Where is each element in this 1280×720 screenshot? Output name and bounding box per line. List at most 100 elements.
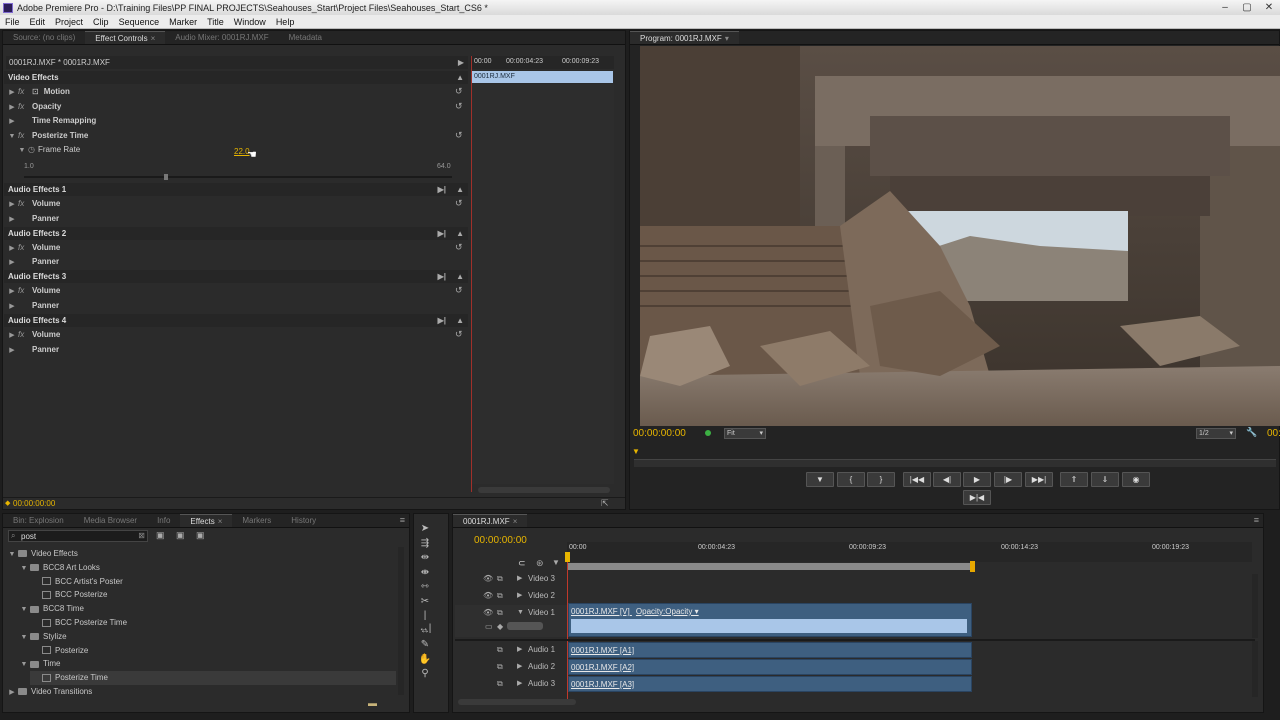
close-tab-icon[interactable]: ×	[151, 34, 156, 43]
mark-out-button[interactable]: }	[867, 472, 895, 487]
expand-triangle-icon[interactable]: ▶	[6, 86, 18, 100]
collapse-icon[interactable]: ▲	[456, 183, 464, 196]
search-field[interactable]: ⌕ post ⊠	[8, 530, 148, 542]
mark-in-button[interactable]: {	[837, 472, 865, 487]
tab-audio-mixer[interactable]: Audio Mixer: 0001RJ.MXF	[165, 31, 278, 44]
tab-media-browser[interactable]: Media Browser	[74, 514, 147, 527]
play-only-audio-icon[interactable]: ▶	[458, 56, 464, 69]
tab-history[interactable]: History	[281, 514, 326, 527]
expand-triangle-icon[interactable]: ▶	[517, 588, 522, 604]
collapse-icon[interactable]: ▲	[456, 227, 464, 240]
tab-info[interactable]: Info	[147, 514, 180, 527]
collapse-icon[interactable]: ▲	[456, 314, 464, 327]
close-tab-icon[interactable]: ×	[218, 517, 223, 526]
eye-icon[interactable]: 👁	[483, 588, 493, 604]
minimize-icon[interactable]: –	[1214, 2, 1236, 13]
program-time-ruler[interactable]	[634, 459, 1276, 467]
timeline-clip-audio-3[interactable]: 0001RJ.MXF [A3]	[568, 676, 972, 692]
lift-button[interactable]: ⇑	[1060, 472, 1088, 487]
snap-icon[interactable]: ⊂	[518, 558, 526, 569]
tab-markers[interactable]: Markers	[232, 514, 281, 527]
playhead-marker-icon[interactable]: ▼	[632, 447, 640, 456]
collapse-triangle-icon[interactable]: ▼	[6, 548, 18, 562]
fit-dropdown[interactable]: Fit ▾	[724, 428, 766, 439]
tab-menu-icon[interactable]: ▾	[725, 34, 729, 43]
menu-title[interactable]: Title	[202, 17, 229, 27]
track-header-audio-2[interactable]: ⧉ ▶ Audio 2	[455, 659, 567, 675]
audio-play-icon[interactable]: ▶|	[438, 270, 446, 283]
menu-project[interactable]: Project	[50, 17, 88, 27]
effect-row-volume-3[interactable]: ▶ fx Volume	[6, 284, 60, 298]
effects-folder-item[interactable]: ▼ BCC8 Time	[18, 602, 84, 616]
accelerated-effects-icon[interactable]: ▣	[156, 530, 165, 541]
expand-triangle-icon[interactable]: ▶	[6, 300, 18, 314]
transform-icon[interactable]: ⊡	[32, 87, 39, 96]
tab-source[interactable]: Source: (no clips)	[3, 31, 85, 44]
program-timecode[interactable]: 00:00:00:00	[633, 428, 686, 439]
menu-clip[interactable]: Clip	[88, 17, 114, 27]
timeline-clip-audio-1[interactable]: 0001RJ.MXF [A1]	[568, 642, 972, 658]
expand-triangle-icon[interactable]: ▶	[6, 213, 18, 227]
close-tab-icon[interactable]: ×	[513, 517, 518, 526]
expand-triangle-icon[interactable]: ▶	[6, 115, 18, 129]
collapse-triangle-icon[interactable]: ▼	[517, 605, 524, 621]
export-frame-button[interactable]: ◉	[1122, 472, 1150, 487]
work-area-bar[interactable]	[567, 563, 973, 570]
expand-triangle-icon[interactable]: ▶	[6, 344, 18, 358]
add-marker-button[interactable]: ▼	[806, 472, 834, 487]
audio-play-icon[interactable]: ▶|	[438, 183, 446, 196]
resolution-dropdown[interactable]: 1/2 ▾	[1196, 428, 1236, 439]
maximize-icon[interactable]: ▢	[1236, 2, 1258, 13]
new-bin-icon[interactable]: ▬	[368, 698, 377, 708]
audio-play-icon[interactable]: ▶|	[438, 227, 446, 240]
effects-folder-item[interactable]: ▼ Stylize	[18, 630, 67, 644]
search-input[interactable]: post	[21, 532, 36, 541]
audio-play-icon[interactable]: ▶|	[438, 314, 446, 327]
tab-metadata[interactable]: Metadata	[279, 31, 332, 44]
effects-item[interactable]: BCC Posterize Time	[30, 616, 127, 630]
ec-horizontal-scrollbar[interactable]	[478, 487, 610, 493]
timeline-scroll-video[interactable]	[1252, 574, 1258, 638]
tab-sequence[interactable]: 0001RJ.MXF ×	[453, 514, 528, 527]
effects-item[interactable]: BCC Posterize	[30, 588, 107, 602]
panel-menu-icon[interactable]: ≡	[1254, 514, 1263, 527]
effect-row-panner-4[interactable]: ▶ Panner	[6, 343, 59, 357]
step-back-button[interactable]: ◀|	[933, 472, 961, 487]
effects-item[interactable]: Posterize Time	[30, 671, 396, 686]
menu-window[interactable]: Window	[229, 17, 271, 27]
effect-row-panner-2[interactable]: ▶ Panner	[6, 255, 59, 269]
effects-item[interactable]: BCC Artist's Poster	[30, 575, 123, 589]
reset-icon[interactable]: ↺	[455, 130, 463, 141]
collapse-triangle-icon[interactable]: ▼	[18, 562, 30, 576]
expand-triangle-icon[interactable]: ▶	[6, 329, 18, 343]
frame-rate-slider[interactable]	[24, 176, 452, 178]
display-style-icon[interactable]: ▭	[485, 619, 493, 635]
effect-row-panner-3[interactable]: ▶ Panner	[6, 299, 59, 313]
stopwatch-icon[interactable]: ◷	[28, 143, 38, 157]
reset-icon[interactable]: ↺	[455, 329, 463, 340]
collapse-icon[interactable]: ▲	[456, 270, 464, 283]
sync-lock-icon[interactable]: ⧉	[497, 588, 503, 604]
effect-row-volume-2[interactable]: ▶ fx Volume	[6, 241, 60, 255]
pen-tool-icon[interactable]: ✎	[418, 638, 432, 651]
ec-footer-timecode[interactable]: 00:00:00:00	[13, 499, 55, 508]
hand-tool-icon[interactable]: ✋	[418, 653, 432, 666]
ec-timeline-ruler[interactable]: 00:00 00:00:04:23 00:00:09:23	[470, 56, 614, 69]
close-icon[interactable]: ✕	[1258, 2, 1280, 13]
linked-selection-icon[interactable]: ⊛	[536, 558, 544, 569]
fx-toggle-icon[interactable]: fx	[18, 328, 32, 342]
timeline-playhead-marker[interactable]	[565, 552, 570, 562]
work-area-end-marker[interactable]	[970, 561, 975, 572]
menu-file[interactable]: File	[0, 17, 25, 27]
clip-fx-dropdown[interactable]: Opacity:Opacity ▾	[636, 607, 699, 616]
effects-scrollbar[interactable]	[398, 547, 404, 695]
trim-monitor-button[interactable]: ▶|◀	[963, 490, 991, 505]
rolling-edit-tool-icon[interactable]: ⇼	[418, 566, 432, 579]
slide-tool-icon[interactable]: ↔	[418, 624, 432, 637]
32bit-effects-icon[interactable]: ▣	[176, 530, 185, 541]
collapse-icon[interactable]: ▲	[456, 71, 464, 84]
ec-clip-bar[interactable]: 0001RJ.MXF	[471, 71, 613, 83]
sync-lock-icon[interactable]: ⧉	[497, 659, 503, 675]
expand-triangle-icon[interactable]: ▶	[517, 571, 522, 587]
collapse-triangle-icon[interactable]: ▼	[18, 658, 30, 672]
